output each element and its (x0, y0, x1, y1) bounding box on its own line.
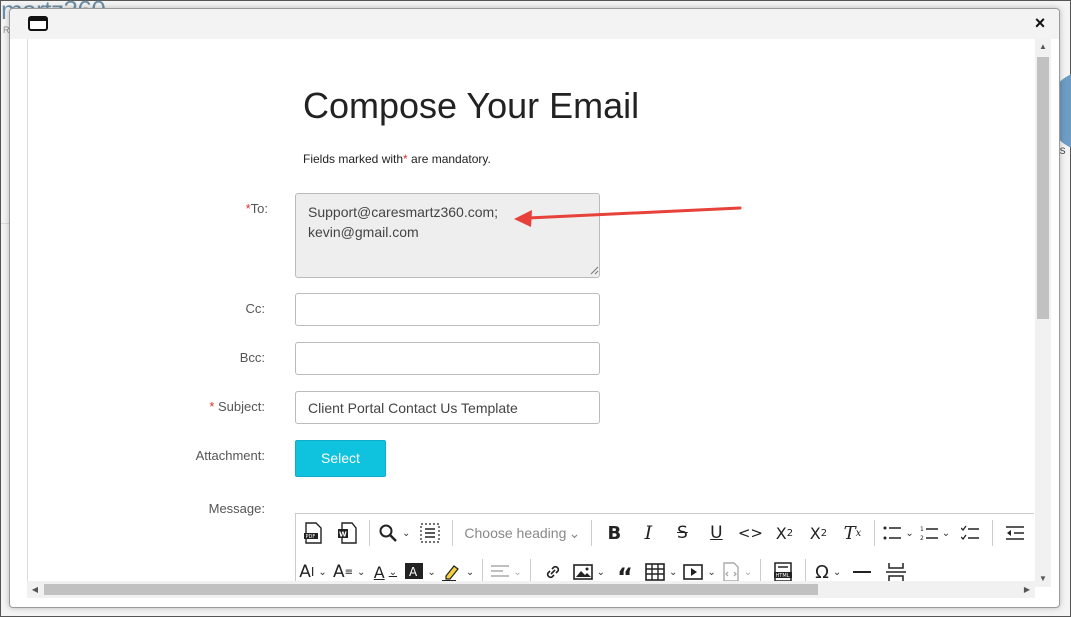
mandatory-note-suffix: are mandatory. (407, 152, 491, 166)
to-field[interactable] (295, 193, 600, 278)
chevron-down-icon: ⌄ (357, 566, 366, 578)
window-icon[interactable] (28, 16, 48, 31)
svg-text:W: W (339, 531, 347, 539)
toolbar-separator (452, 520, 454, 546)
bcc-field[interactable] (295, 342, 600, 375)
chevron-down-icon: ⌄ (402, 527, 411, 539)
todo-list-icon[interactable] (956, 518, 984, 548)
chevron-down-icon: ⌄ (427, 566, 436, 578)
scroll-right-icon[interactable]: ▶ (1019, 581, 1035, 598)
to-label: *To: (28, 201, 268, 216)
find-replace-icon[interactable]: ⌄ (378, 518, 410, 548)
mandatory-note: Fields marked with* are mandatory. (303, 152, 491, 166)
chevron-down-icon: ⌄ (318, 566, 327, 578)
scroll-down-icon[interactable]: ▼ (1035, 571, 1051, 587)
superscript-icon[interactable]: X2 (804, 518, 832, 548)
horizontal-scrollbar[interactable]: ◀ ▶ (27, 581, 1035, 598)
chevron-down-icon: ⌄ (707, 566, 716, 578)
subject-label: * Subject: (28, 399, 265, 414)
remove-format-icon[interactable]: Tx (838, 518, 866, 548)
resize-grip-icon[interactable] (589, 265, 599, 275)
svg-text:A: A (409, 565, 418, 579)
underline-icon[interactable]: U (702, 518, 730, 548)
compose-email-modal: × Compose Your Email Fields marked with*… (9, 8, 1060, 608)
svg-text:HTML: HTML (776, 573, 790, 579)
bold-icon[interactable]: B (600, 518, 628, 548)
toolbar-separator (874, 520, 876, 546)
bulleted-list-icon[interactable]: ⌄ (883, 518, 914, 548)
strikethrough-icon[interactable]: S (668, 518, 696, 548)
toolbar-separator (369, 520, 370, 546)
outdent-icon[interactable] (1001, 518, 1029, 548)
attachment-label: Attachment: (195, 448, 265, 463)
code-icon[interactable]: <> (736, 518, 764, 548)
chevron-down-icon: ⌄ (513, 566, 522, 578)
chevron-down-icon: ⌄ (743, 566, 753, 578)
toolbar-row-1: PDF W ⌄ Choose heading ⌄ B I S U <> X 2 … (296, 514, 1032, 552)
export-pdf-icon[interactable]: PDF (299, 518, 327, 548)
chevron-down-icon: ⌄ (832, 566, 842, 578)
modal-content: Compose Your Email Fields marked with* a… (27, 39, 1034, 587)
heading-dropdown-label: Choose heading (464, 525, 567, 541)
mandatory-note-prefix: Fields marked with (303, 152, 404, 166)
chevron-down-icon: ⌄ (905, 527, 914, 539)
svg-text:1: 1 (920, 526, 924, 533)
select-all-icon[interactable] (416, 518, 444, 548)
chevron-down-icon: ⌄ (465, 566, 475, 578)
chevron-down-icon: ⌄ (388, 566, 398, 578)
subject-label-text: Subject: (218, 399, 265, 414)
chevron-down-icon: ⌄ (568, 524, 581, 541)
heading-dropdown[interactable]: Choose heading ⌄ (458, 518, 586, 548)
bcc-label: Bcc: (239, 350, 265, 365)
chevron-down-icon: ⌄ (596, 566, 605, 578)
scrollbar-thumb[interactable] (1037, 57, 1049, 319)
toolbar-separator (992, 520, 994, 546)
subject-field[interactable] (295, 391, 600, 424)
scrollbar-thumb[interactable] (44, 584, 818, 595)
scroll-up-icon[interactable]: ▲ (1035, 39, 1051, 55)
svg-text:PDF: PDF (306, 534, 316, 540)
chevron-down-icon: ⌄ (668, 566, 678, 578)
italic-icon[interactable]: I (634, 518, 662, 548)
scroll-left-icon[interactable]: ◀ (27, 581, 43, 598)
svg-text:2: 2 (920, 535, 924, 541)
select-attachment-button[interactable]: Select (295, 440, 386, 477)
subscript-icon[interactable]: X2 (770, 518, 798, 548)
toolbar-separator (591, 520, 593, 546)
numbered-list-icon[interactable]: 1 2 ⌄ (920, 518, 950, 548)
export-word-icon[interactable]: W (333, 518, 361, 548)
message-label: Message: (208, 501, 265, 516)
page-title: Compose Your Email (303, 85, 640, 126)
chevron-down-icon: ⌄ (941, 527, 951, 539)
modal-header: × (10, 9, 1059, 39)
required-star: * (209, 399, 219, 414)
cc-field[interactable] (295, 293, 600, 326)
cc-label: Cc: (245, 301, 266, 316)
vertical-scrollbar[interactable]: ▲ ▼ (1035, 39, 1051, 587)
close-button[interactable]: × (1031, 13, 1049, 33)
editor-toolbar: PDF W ⌄ Choose heading ⌄ B I S U <> X 2 … (295, 513, 1034, 587)
to-label-text: To: (250, 201, 268, 216)
